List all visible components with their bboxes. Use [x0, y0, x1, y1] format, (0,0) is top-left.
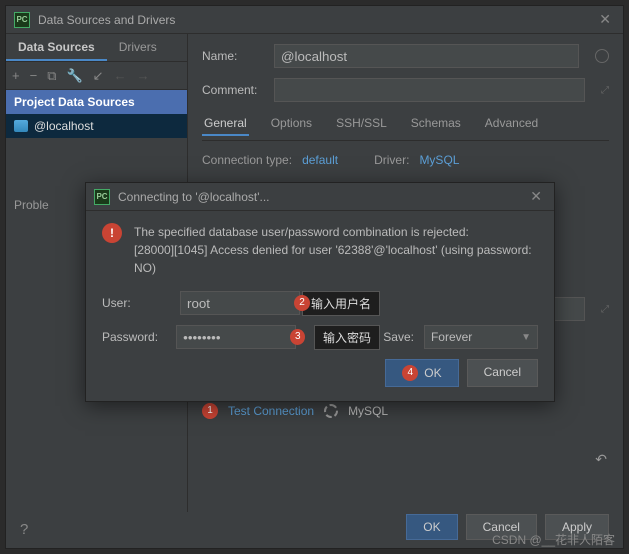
reset-icon[interactable]: ↙ [93, 68, 104, 84]
tab-schemas[interactable]: Schemas [409, 112, 463, 136]
step-4-badge: 4 [402, 365, 418, 381]
chevron-down-icon: ▼ [521, 332, 531, 343]
save-select[interactable]: Forever ▼ [424, 325, 538, 349]
connecting-dialog: PC Connecting to '@localhost'... ✕ ! The… [85, 182, 555, 402]
tree-header: Project Data Sources [6, 90, 187, 114]
error-message: The specified database user/password com… [134, 223, 538, 277]
tree-item-label: @localhost [34, 119, 94, 133]
wrench-icon[interactable]: 🔧 [66, 68, 82, 84]
color-indicator-icon[interactable] [595, 49, 609, 63]
tooltip-password: 输入密码 [314, 325, 380, 350]
status-text: MySQL [348, 404, 388, 418]
close-icon[interactable]: ✕ [526, 188, 546, 205]
sidebar-toolbar: + − ⧉ 🔧 ↙ ← → [6, 62, 187, 90]
name-input[interactable] [274, 44, 579, 68]
save-value: Forever [431, 330, 472, 344]
save-label: Save: [383, 330, 414, 344]
password-input[interactable] [176, 325, 296, 349]
modal-title: Connecting to '@localhost'... [118, 190, 526, 204]
password-label: Password: [102, 330, 166, 344]
ok-button[interactable]: OK [406, 514, 457, 540]
tab-sshssl[interactable]: SSH/SSL [334, 112, 389, 136]
expand-url-icon[interactable]: ⤢ [601, 304, 609, 315]
titlebar: PC Data Sources and Drivers ✕ [6, 6, 623, 34]
step-3-badge: 3 [290, 329, 305, 345]
test-connection-row: 1 Test Connection MySQL [202, 403, 609, 419]
comment-label: Comment: [202, 83, 264, 97]
refresh-icon[interactable]: ↶ [595, 451, 607, 468]
tab-advanced[interactable]: Advanced [483, 112, 540, 136]
error-icon: ! [102, 223, 122, 243]
user-row: User: 2 输入用户名 [102, 291, 538, 315]
driver-value[interactable]: MySQL [419, 153, 459, 167]
user-label: User: [102, 296, 170, 310]
spinner-icon [324, 404, 338, 418]
copy-icon[interactable]: ⧉ [47, 68, 56, 84]
tab-general[interactable]: General [202, 112, 249, 136]
tooltip-user: 输入用户名 [302, 291, 380, 316]
modal-ok-button[interactable]: 4 OK [385, 359, 458, 387]
test-connection-link[interactable]: Test Connection [228, 404, 314, 418]
detail-tabs: General Options SSH/SSL Schemas Advanced [202, 112, 609, 141]
forward-icon[interactable]: → [137, 68, 150, 83]
password-row: Password: 3 输入密码 Save: Forever ▼ [102, 325, 538, 349]
connection-type-value[interactable]: default [302, 153, 338, 167]
name-label: Name: [202, 49, 264, 63]
step-2-badge: 2 [294, 295, 310, 311]
modal-body: ! The specified database user/password c… [86, 211, 554, 401]
modal-titlebar: PC Connecting to '@localhost'... ✕ [86, 183, 554, 211]
step-1-badge: 1 [202, 403, 218, 419]
remove-icon[interactable]: − [30, 68, 38, 83]
driver-label: Driver: [374, 153, 409, 167]
comment-input[interactable] [274, 78, 585, 102]
gear-icon[interactable]: ? [20, 521, 28, 538]
modal-footer: 4 OK Cancel [102, 359, 538, 387]
expand-icon[interactable]: ⤢ [601, 85, 609, 96]
sidebar-tabs: Data Sources Drivers [6, 34, 187, 62]
connection-type-label: Connection type: [202, 153, 292, 167]
tab-options[interactable]: Options [269, 112, 314, 136]
modal-cancel-button[interactable]: Cancel [467, 359, 538, 387]
database-icon [14, 120, 28, 132]
back-icon[interactable]: ← [114, 68, 127, 83]
user-input[interactable] [180, 291, 300, 315]
tab-drivers[interactable]: Drivers [107, 34, 169, 61]
app-icon: PC [94, 189, 110, 205]
window-title: Data Sources and Drivers [38, 13, 595, 27]
app-icon: PC [14, 12, 30, 28]
close-icon[interactable]: ✕ [595, 11, 615, 28]
add-icon[interactable]: + [12, 68, 20, 83]
tree-item-localhost[interactable]: @localhost [6, 114, 187, 138]
tab-data-sources[interactable]: Data Sources [6, 34, 107, 61]
watermark: CSDN @__花非人陌客 [492, 531, 615, 548]
